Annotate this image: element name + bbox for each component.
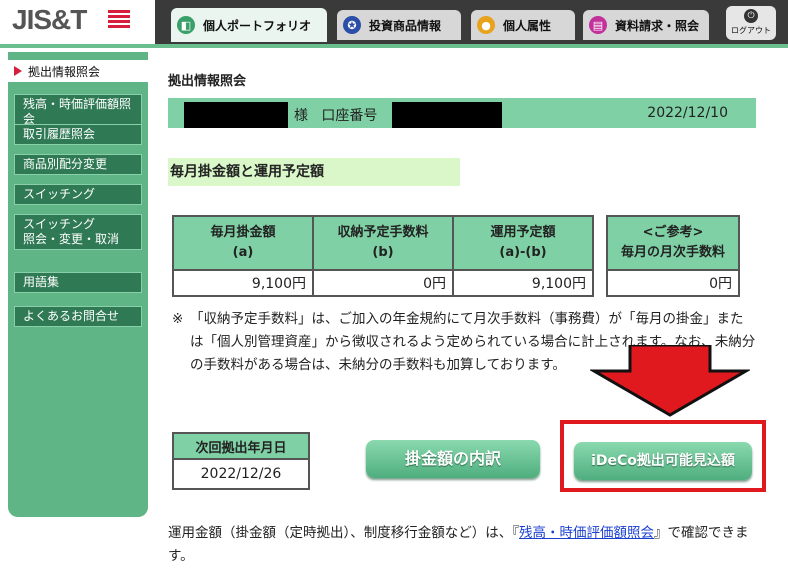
sidebar-item-label: 拠出情報照会 <box>28 65 101 79</box>
current-date: 2022/12/10 <box>647 105 728 121</box>
highlight-box <box>560 420 766 492</box>
tab-label: 資料請求・照会 <box>615 18 700 33</box>
header-line: 運用予定額 <box>490 225 556 240</box>
main-tabs: ◧ 個人ポートフォリオ ✪ 投資商品情報 ● 個人属性 ▤ 資料請求・照会 <box>155 0 788 44</box>
account-info: 様 口座番号 <box>294 105 377 125</box>
sidebar-item-switching-manage[interactable]: スイッチング 照会・変更・取消 <box>14 214 142 250</box>
account-bar: 様 口座番号 2022/12/10 <box>168 98 756 128</box>
header-divider <box>0 44 788 48</box>
tab-label: 個人ポートフォリオ <box>203 18 312 33</box>
redacted-account-number <box>392 102 502 128</box>
sidebar-item-label: 用語集 <box>23 275 60 289</box>
tab-label: 投資商品情報 <box>369 18 442 33</box>
document-icon: ▤ <box>589 16 607 34</box>
sidebar-item-contribution-info[interactable]: 拠出情報照会 <box>8 60 148 82</box>
sidebar-item-allocation[interactable]: 商品別配分変更 <box>14 154 142 175</box>
sidebar-item-label: 商品別配分変更 <box>23 157 108 171</box>
table-row: 9,100円 0円 9,100円 <box>173 270 593 296</box>
tab-portfolio[interactable]: ◧ 個人ポートフォリオ <box>171 8 327 42</box>
sidebar-item-faq[interactable]: よくあるお問合せ <box>14 306 142 327</box>
next-contribution-date: 2022/12/26 <box>173 459 309 489</box>
bottom-note: 運用金額（掛金額（定時拠出）、制度移行金額など）は、『残高・時価評価額照会』で確… <box>168 522 768 568</box>
sidebar-item-label: スイッチング <box>23 187 96 201</box>
header-line: 収納予定手数料 <box>337 225 429 240</box>
sidebar-item-history[interactable]: 取引履歴照会 <box>14 124 142 145</box>
table-header: 運用予定額 (a)-(b) <box>453 216 593 270</box>
contribution-breakdown-button[interactable]: 掛金額の内訳 <box>366 440 540 478</box>
table-header: <ご参考> 毎月の月次手数料 <box>607 216 739 270</box>
investment-amount-value: 9,100円 <box>453 270 593 296</box>
sidebar-item-label: 照会・変更・取消 <box>23 232 120 246</box>
logout-button[interactable]: ⏻ ログアウト <box>726 6 776 40</box>
top-bar: JIS&T ◧ 個人ポートフォリオ ✪ 投資商品情報 ● 個人属性 ▤ 資料請求… <box>0 0 788 44</box>
person-icon: ● <box>477 16 495 34</box>
tab-investment[interactable]: ✪ 投資商品情報 <box>337 10 461 40</box>
header-line: <ご参考> <box>642 225 704 240</box>
sidebar-item-switching[interactable]: スイッチング <box>14 184 142 205</box>
tab-label: 個人属性 <box>503 18 552 33</box>
header-line: 毎月の月次手数料 <box>620 245 725 260</box>
fee-table: 毎月掛金額 (a) 収納予定手数料 (b) 運用予定額 (a)-(b) 9,100円 … <box>172 215 594 297</box>
logout-icon: ⏻ <box>744 9 758 23</box>
next-contribution-table: 次回拠出年月日 2022/12/26 <box>172 432 310 490</box>
table-header: 収納予定手数料 (b) <box>313 216 453 270</box>
note-mark: ※ <box>172 311 184 327</box>
logout-label: ログアウト <box>731 26 771 35</box>
logo[interactable]: JIS&T <box>12 4 87 36</box>
table-header-row: <ご参考> 毎月の月次手数料 <box>607 216 739 270</box>
table-header: 毎月掛金額 (a) <box>173 216 313 270</box>
collection-fee-value: 0円 <box>313 270 453 296</box>
active-arrow-icon <box>14 66 22 76</box>
redacted-name <box>184 102 288 128</box>
honorific: 様 <box>294 108 308 124</box>
table-row: 0円 <box>607 270 739 296</box>
sidebar-item-glossary[interactable]: 用語集 <box>14 272 142 293</box>
tab-personal[interactable]: ● 個人属性 <box>471 10 575 40</box>
portfolio-icon: ◧ <box>177 16 195 34</box>
table-header-row: 毎月掛金額 (a) 収納予定手数料 (b) 運用予定額 (a)-(b) <box>173 216 593 270</box>
monthly-fee-value: 0円 <box>607 270 739 296</box>
header-line: (a) <box>232 245 254 260</box>
sidebar-item-label: 取引履歴照会 <box>23 127 96 141</box>
down-arrow-icon <box>590 345 750 417</box>
bottom-text-before: 運用金額（掛金額（定時拠出）、制度移行金額など）は、『 <box>168 525 519 541</box>
investment-icon: ✪ <box>343 16 361 34</box>
tab-documents[interactable]: ▤ 資料請求・照会 <box>583 10 709 40</box>
monthly-contribution-value: 9,100円 <box>173 270 313 296</box>
sidebar-item-label: よくあるお問合せ <box>23 309 120 323</box>
logo-bars-icon <box>108 10 130 30</box>
sidebar: 拠出情報照会 残高・時価評価額照会 取引履歴照会 商品別配分変更 スイッチング … <box>8 52 148 517</box>
header-line: (a)-(b) <box>499 245 547 260</box>
header-line: (b) <box>372 245 394 260</box>
section-title: 毎月掛金額と運用予定額 <box>168 158 460 186</box>
account-number-label: 口座番号 <box>321 108 378 124</box>
sidebar-item-label: 残高・時価評価額照会 <box>23 97 132 126</box>
sidebar-item-label: スイッチング <box>23 217 96 231</box>
reference-table: <ご参考> 毎月の月次手数料 0円 <box>606 215 740 297</box>
table-row: 2022/12/26 <box>173 459 309 489</box>
table-header: 次回拠出年月日 <box>173 433 309 459</box>
table-header-row: 次回拠出年月日 <box>173 433 309 459</box>
page-title: 拠出情報照会 <box>168 74 247 89</box>
header-line: 毎月掛金額 <box>210 225 276 240</box>
balance-inquiry-link[interactable]: 残高・時価評価額照会 <box>519 525 654 541</box>
logo-text: JIS&T <box>12 4 87 35</box>
